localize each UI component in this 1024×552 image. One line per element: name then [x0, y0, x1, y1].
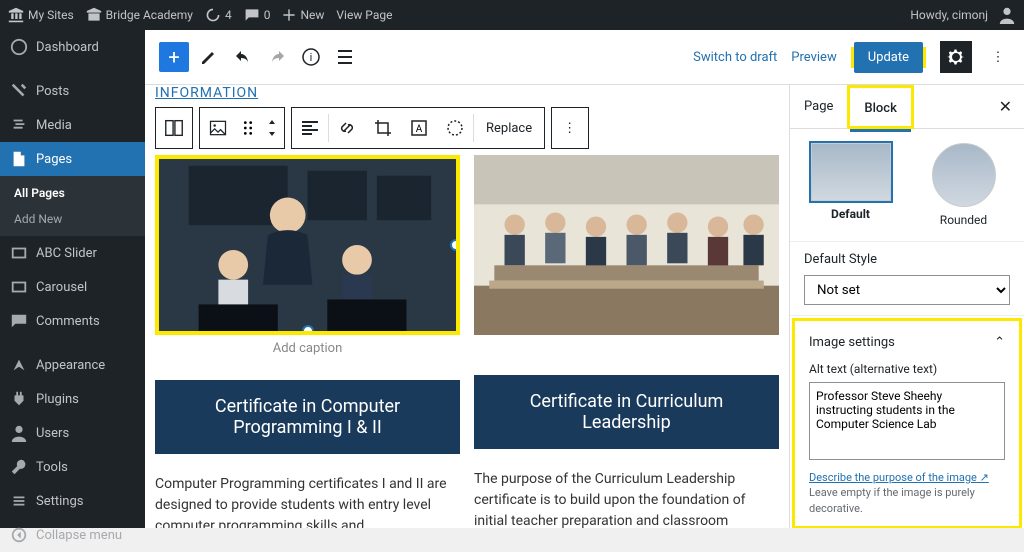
comments-link[interactable]: 0: [244, 7, 271, 23]
move-arrows-icon[interactable]: [260, 108, 284, 148]
editor-canvas[interactable]: INFORMATION A: [145, 85, 789, 528]
update-highlight: Update: [851, 47, 926, 68]
menu-settings[interactable]: Settings: [0, 484, 145, 518]
image-block-2[interactable]: [474, 155, 779, 335]
menu-media[interactable]: Media: [0, 108, 145, 142]
cert-box-1[interactable]: Certificate in ComputerProgramming I & I…: [155, 380, 460, 454]
image-settings-toggle[interactable]: Image settings⌃: [809, 331, 1005, 354]
default-style-label: Default Style: [804, 252, 1010, 267]
menu-plugins[interactable]: Plugins: [0, 382, 145, 416]
settings-button[interactable]: [940, 41, 972, 73]
block-more-button[interactable]: ⋮: [552, 108, 588, 148]
menu-dashboard[interactable]: Dashboard: [0, 30, 145, 64]
replace-button[interactable]: Replace: [474, 121, 544, 136]
undo-button[interactable]: [229, 43, 257, 71]
body-text-1[interactable]: Computer Programming certificates I and …: [155, 474, 460, 528]
align-button[interactable]: [292, 108, 328, 148]
add-block-button[interactable]: +: [159, 42, 189, 72]
new-link[interactable]: New: [282, 8, 324, 22]
alt-text-label: Alt text (alternative text): [809, 362, 1005, 376]
menu-pages[interactable]: Pages: [0, 142, 145, 176]
image-settings-section: Image settings⌃ Alt text (alternative te…: [792, 318, 1022, 528]
svg-text:i: i: [310, 51, 313, 64]
drag-handle-icon[interactable]: [236, 108, 260, 148]
block-styles: Default Rounded: [790, 129, 1024, 242]
submenu-add-new[interactable]: Add New: [0, 206, 145, 232]
chevron-up-icon: ⌃: [994, 335, 1005, 350]
menu-comments[interactable]: Comments: [0, 304, 145, 338]
close-icon[interactable]: ✕: [987, 97, 1024, 116]
settings-tabs: Page Block ✕: [790, 85, 1024, 129]
info-button[interactable]: i: [297, 43, 325, 71]
body-text-2[interactable]: The purpose of the Curriculum Leadership…: [474, 469, 779, 528]
caption-input[interactable]: Add caption: [155, 335, 460, 362]
my-sites-link[interactable]: My Sites: [8, 7, 74, 23]
submenu-all-pages[interactable]: All Pages: [0, 180, 145, 206]
menu-appearance[interactable]: Appearance: [0, 348, 145, 382]
link-button[interactable]: [329, 108, 365, 148]
duotone-button[interactable]: [437, 108, 473, 148]
switch-draft-link[interactable]: Switch to draft: [693, 50, 777, 65]
outline-button[interactable]: [331, 43, 359, 71]
menu-posts[interactable]: Posts: [0, 74, 145, 108]
resize-handle-right[interactable]: [450, 239, 460, 251]
alt-help-link[interactable]: Describe the purpose of the image ↗: [809, 471, 989, 484]
style-rounded[interactable]: Rounded: [917, 143, 1010, 227]
admin-sidebar: Dashboard Posts Media Pages All Pages Ad…: [0, 30, 145, 528]
collapse-menu[interactable]: Collapse menu: [0, 518, 145, 552]
image-block-selected[interactable]: [155, 155, 460, 335]
block-type-button[interactable]: [156, 108, 192, 148]
more-button[interactable]: ⋮: [986, 41, 1010, 73]
style-default[interactable]: Default: [804, 143, 897, 227]
editor: + i Switch to draft Preview Update ⋮ INF…: [145, 30, 1024, 528]
tab-page[interactable]: Page: [790, 85, 847, 129]
default-style-select[interactable]: Not set: [804, 275, 1010, 305]
alt-help-text: Describe the purpose of the image ↗ Leav…: [809, 470, 1005, 516]
howdy-link[interactable]: Howdy, cimonj: [910, 6, 1016, 24]
image-icon[interactable]: [200, 108, 236, 148]
settings-panel: Page Block ✕ Default Rounded Default Sty…: [789, 85, 1024, 528]
resize-handle-bottom[interactable]: [302, 325, 314, 335]
submenu-pages: All Pages Add New: [0, 176, 145, 236]
preview-link[interactable]: Preview: [791, 50, 836, 65]
redo-button[interactable]: [263, 43, 291, 71]
view-page-link[interactable]: View Page: [336, 8, 392, 22]
default-style-section: Default Style Not set: [790, 242, 1024, 316]
menu-tools[interactable]: Tools: [0, 450, 145, 484]
menu-abc-slider[interactable]: ABC Slider: [0, 236, 145, 270]
crop-button[interactable]: [365, 108, 401, 148]
text-overlay-button[interactable]: A: [401, 108, 437, 148]
admin-bar: My Sites Bridge Academy 4 0 New View Pag…: [0, 0, 1024, 30]
editor-toolbar: + i Switch to draft Preview Update ⋮: [145, 30, 1024, 85]
block-toolbar: A Replace ⋮: [155, 107, 779, 149]
tab-block[interactable]: Block: [850, 88, 910, 132]
menu-users[interactable]: Users: [0, 416, 145, 450]
info-link[interactable]: INFORMATION: [155, 85, 258, 101]
update-button[interactable]: Update: [854, 42, 923, 73]
svg-text:A: A: [415, 124, 422, 135]
edit-mode-button[interactable]: [195, 43, 223, 71]
site-name-link[interactable]: Bridge Academy: [86, 7, 193, 23]
alt-text-input[interactable]: Professor Steve Sheehy instructing stude…: [809, 382, 1005, 460]
updates-link[interactable]: 4: [205, 7, 232, 23]
cert-box-2[interactable]: Certificate in CurriculumLeadership: [474, 375, 779, 449]
menu-carousel[interactable]: Carousel: [0, 270, 145, 304]
